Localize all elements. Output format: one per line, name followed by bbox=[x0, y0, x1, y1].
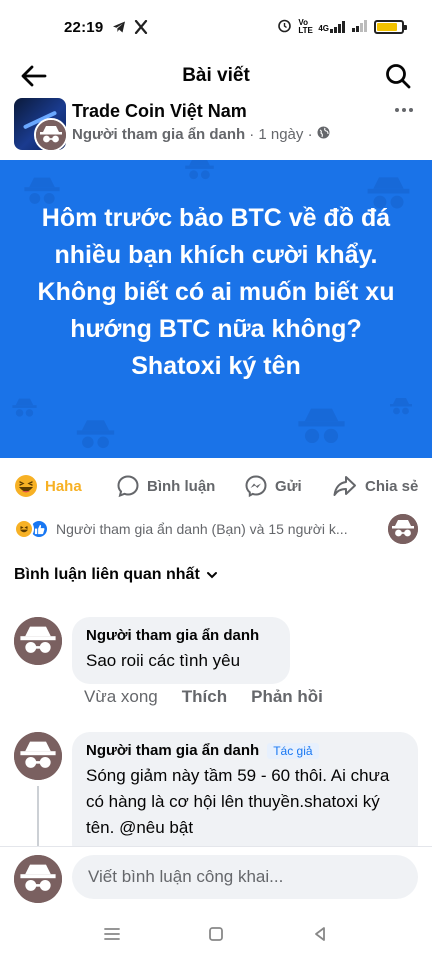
comment-icon bbox=[117, 475, 139, 498]
status-left-icons bbox=[112, 19, 148, 39]
sort-label: Bình luận liên quan nhất bbox=[14, 566, 200, 583]
x-icon bbox=[134, 19, 148, 39]
haha-label: Haha bbox=[45, 477, 82, 495]
anonymous-avatar bbox=[388, 514, 418, 544]
post-image[interactable]: Hôm trước bảo BTC về đồ đá nhiều bạn khí… bbox=[0, 160, 432, 458]
comment-author[interactable]: Người tham gia ẩn danh bbox=[86, 627, 276, 644]
send-button[interactable]: Gửi bbox=[244, 474, 302, 498]
home-button[interactable] bbox=[204, 922, 228, 946]
top-header: Bài viết bbox=[0, 58, 432, 94]
comment-actions: Vừa xong Thích Phản hồi bbox=[84, 687, 323, 707]
post-time[interactable]: · 1 ngày · bbox=[249, 126, 312, 143]
send-label: Gửi bbox=[275, 477, 302, 495]
telegram-icon bbox=[112, 20, 126, 39]
volte-icon: Vo LTE bbox=[298, 18, 313, 35]
comment-avatar[interactable] bbox=[14, 732, 62, 780]
comment-author[interactable]: Người tham gia ẩn danh Tác giả bbox=[86, 742, 404, 759]
comment-label: Bình luận bbox=[147, 477, 216, 495]
home-square-icon bbox=[209, 927, 223, 941]
comment-avatar[interactable] bbox=[14, 617, 62, 665]
comment-composer bbox=[0, 846, 432, 908]
alarm-icon bbox=[277, 18, 292, 36]
status-bar: 22:19 Vo LTE 4G bbox=[0, 0, 432, 58]
comment-text: Sóng giảm này tầm 59 - 60 thôi. Ai chưa … bbox=[86, 766, 390, 837]
reactions-row[interactable]: Người tham gia ẩn danh (Bạn) và 15 người… bbox=[0, 512, 432, 546]
reaction-icons bbox=[14, 519, 49, 539]
signal-4g-icon: 4G bbox=[318, 21, 346, 33]
group-name[interactable]: Trade Coin Việt Nam bbox=[72, 101, 247, 122]
network-label: 4G bbox=[318, 24, 329, 33]
messenger-icon bbox=[245, 475, 267, 498]
comment-bubble[interactable]: Người tham gia ẩn danh Sao roii các tình… bbox=[72, 617, 290, 684]
battery-icon bbox=[374, 20, 407, 34]
menu-icon bbox=[104, 928, 120, 940]
reactions-summary: Người tham gia ẩn danh (Bạn) và 15 người… bbox=[56, 521, 348, 537]
status-time: 22:19 bbox=[64, 19, 104, 36]
like-comment-button[interactable]: Thích bbox=[182, 687, 227, 707]
haha-icon bbox=[15, 475, 37, 497]
comment-time: Vừa xong bbox=[84, 687, 158, 706]
comment-sort-dropdown[interactable]: Bình luận liên quan nhất bbox=[14, 566, 218, 584]
comment-button[interactable]: Bình luận bbox=[116, 474, 215, 498]
share-button[interactable]: Chia sẻ bbox=[332, 474, 418, 498]
recent-apps-button[interactable] bbox=[100, 922, 124, 946]
share-icon bbox=[333, 476, 356, 496]
page-title: Bài viết bbox=[182, 65, 250, 86]
comment-bubble[interactable]: Người tham gia ẩn danh Tác giả Sóng giảm… bbox=[72, 732, 418, 862]
post-meta: Người tham gia ẩn danh · 1 ngày · bbox=[72, 126, 330, 143]
haha-reaction-icon bbox=[14, 519, 34, 539]
post-image-text: Hôm trước bảo BTC về đồ đá nhiều bạn khí… bbox=[37, 204, 395, 380]
share-label: Chia sẻ bbox=[365, 477, 419, 495]
search-icon bbox=[386, 64, 411, 89]
post-action-bar: Haha Bình luận Gửi Chia sẻ bbox=[0, 466, 432, 506]
author-badge: Tác giả bbox=[267, 742, 319, 759]
chevron-down-icon bbox=[206, 572, 217, 579]
post-author[interactable]: Người tham gia ẩn danh bbox=[72, 126, 245, 143]
more-options-button[interactable] bbox=[390, 100, 418, 120]
comment-author-name: Người tham gia ẩn danh bbox=[86, 627, 260, 644]
signal-icon bbox=[352, 19, 368, 35]
comment-author-name: Người tham gia ẩn danh bbox=[86, 742, 260, 759]
search-button[interactable] bbox=[382, 60, 414, 92]
composer-avatar bbox=[14, 855, 62, 903]
back-nav-button[interactable] bbox=[308, 922, 332, 946]
comment-text: Sao roii các tình yêu bbox=[86, 651, 241, 670]
status-right-icons: Vo LTE 4G bbox=[277, 18, 407, 36]
back-triangle-icon bbox=[315, 927, 325, 941]
comment-input[interactable] bbox=[72, 855, 418, 899]
battery-fill bbox=[377, 23, 398, 31]
globe-icon bbox=[317, 126, 330, 143]
system-nav-bar bbox=[0, 908, 432, 960]
thread-line bbox=[37, 786, 39, 850]
haha-button[interactable]: Haha bbox=[14, 474, 82, 498]
reply-comment-button[interactable]: Phản hồi bbox=[251, 687, 323, 707]
anonymous-avatar bbox=[34, 118, 68, 152]
